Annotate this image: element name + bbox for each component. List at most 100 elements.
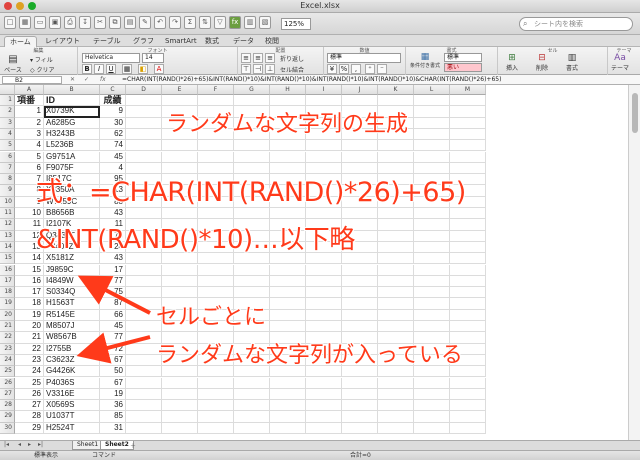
index-cell[interactable]: 15 (15, 264, 44, 276)
empty-cell[interactable] (342, 298, 378, 310)
format-painter-icon[interactable]: ✎ (139, 16, 151, 29)
empty-cell[interactable] (162, 287, 198, 299)
empty-cell[interactable] (270, 422, 306, 434)
empty-cell[interactable] (126, 411, 162, 423)
empty-cell[interactable] (414, 377, 450, 389)
empty-cell[interactable] (414, 298, 450, 310)
score-cell[interactable]: 66 (100, 309, 126, 321)
column-header-b[interactable]: B (44, 85, 100, 95)
align-top-icon[interactable]: ⊤ (241, 64, 251, 74)
empty-cell[interactable] (162, 162, 198, 175)
empty-cell[interactable] (378, 230, 414, 242)
first-sheet-icon[interactable]: |◂ (4, 441, 9, 448)
empty-cell[interactable] (414, 230, 450, 242)
row-header[interactable]: 15 (0, 253, 15, 265)
empty-cell[interactable] (378, 332, 414, 344)
id-cell[interactable]: U1037T (44, 411, 100, 423)
empty-cell[interactable] (270, 298, 306, 310)
empty-cell[interactable] (414, 411, 450, 423)
empty-cell[interactable] (342, 208, 378, 220)
currency-icon[interactable]: ¥ (327, 64, 337, 74)
empty-cell[interactable] (306, 411, 342, 423)
style-normal[interactable]: 標準 (444, 53, 482, 62)
empty-cell[interactable] (450, 219, 486, 231)
index-cell[interactable]: 28 (15, 411, 44, 423)
score-cell[interactable]: 62 (100, 128, 126, 141)
column-header-a[interactable]: A (15, 85, 44, 95)
index-cell[interactable]: 25 (15, 377, 44, 389)
style-bad[interactable]: 悪い (444, 63, 482, 72)
row-header[interactable]: 17 (0, 275, 15, 288)
redo-icon[interactable]: ↷ (169, 16, 181, 29)
empty-cell[interactable] (414, 106, 450, 118)
empty-cell[interactable] (450, 321, 486, 333)
clear-button[interactable]: ◇ クリア (30, 65, 55, 74)
empty-cell[interactable] (378, 275, 414, 288)
empty-cell[interactable] (378, 400, 414, 412)
copy-icon[interactable]: ⧉ (109, 16, 121, 29)
empty-cell[interactable] (414, 117, 450, 129)
empty-cell[interactable] (126, 117, 162, 129)
empty-cell[interactable] (234, 411, 270, 423)
empty-cell[interactable] (162, 275, 198, 288)
row-header[interactable]: 10 (0, 196, 15, 208)
empty-cell[interactable] (270, 321, 306, 333)
empty-cell[interactable] (270, 287, 306, 299)
empty-cell[interactable] (198, 287, 234, 299)
empty-cell[interactable] (306, 321, 342, 333)
row-header[interactable]: 9 (0, 185, 15, 197)
next-sheet-icon[interactable]: ▸ (28, 441, 31, 448)
format-cells-button[interactable]: ▥ 書式 (566, 54, 578, 73)
merge-cells-button[interactable]: セル結合 (280, 65, 304, 74)
empty-cell[interactable] (450, 117, 486, 129)
id-cell[interactable]: G9751A (44, 151, 100, 163)
empty-cell[interactable] (414, 321, 450, 333)
empty-cell[interactable] (306, 287, 342, 299)
tab-data[interactable]: データ (228, 36, 259, 47)
id-cell[interactable]: G4426K (44, 366, 100, 378)
cancel-icon[interactable]: ✕ (70, 76, 75, 83)
empty-cell[interactable] (342, 309, 378, 321)
index-cell[interactable]: 2 (15, 117, 44, 129)
column-header-l[interactable]: L (414, 85, 450, 95)
empty-cell[interactable] (234, 140, 270, 152)
comma-icon[interactable]: , (351, 64, 361, 74)
tab-formulas[interactable]: 数式 (200, 36, 224, 47)
score-cell[interactable]: 43 (100, 208, 126, 220)
empty-cell[interactable] (342, 264, 378, 276)
empty-cell[interactable] (198, 400, 234, 412)
empty-cell[interactable] (270, 264, 306, 276)
id-cell[interactable]: S0334Q (44, 287, 100, 299)
add-sheet-icon[interactable]: ＋ (130, 441, 136, 450)
function-icon[interactable]: fx (229, 16, 241, 29)
index-cell[interactable]: 1 (15, 106, 44, 118)
empty-cell[interactable] (414, 140, 450, 152)
empty-cell[interactable] (450, 151, 486, 163)
empty-cell[interactable] (450, 208, 486, 220)
empty-cell[interactable] (306, 377, 342, 389)
empty-cell[interactable] (162, 264, 198, 276)
number-format-select[interactable]: 標準 (327, 53, 401, 63)
scroll-thumb[interactable] (632, 93, 638, 133)
import-icon[interactable]: ↧ (79, 16, 91, 29)
score-cell[interactable]: 45 (100, 321, 126, 333)
score-cell[interactable]: 30 (100, 117, 126, 129)
empty-cell[interactable] (126, 422, 162, 434)
column-header-h[interactable]: H (270, 85, 306, 95)
row-header[interactable]: 13 (0, 230, 15, 242)
empty-cell[interactable] (450, 95, 486, 107)
conditional-format-button[interactable]: ▦ 条件付き書式 (409, 53, 441, 70)
decrease-decimal-icon[interactable]: ⁻ (377, 64, 387, 74)
score-cell[interactable]: 67 (100, 354, 126, 367)
id-cell[interactable]: H3243B (44, 128, 100, 141)
id-cell[interactable]: V3316E (44, 388, 100, 401)
empty-cell[interactable] (270, 95, 306, 107)
empty-cell[interactable] (306, 388, 342, 401)
empty-cell[interactable] (378, 388, 414, 401)
empty-cell[interactable] (342, 287, 378, 299)
row-header[interactable]: 2 (0, 106, 15, 118)
empty-cell[interactable] (162, 411, 198, 423)
id-cell[interactable]: L5236B (44, 140, 100, 152)
empty-cell[interactable] (198, 151, 234, 163)
empty-cell[interactable] (126, 151, 162, 163)
